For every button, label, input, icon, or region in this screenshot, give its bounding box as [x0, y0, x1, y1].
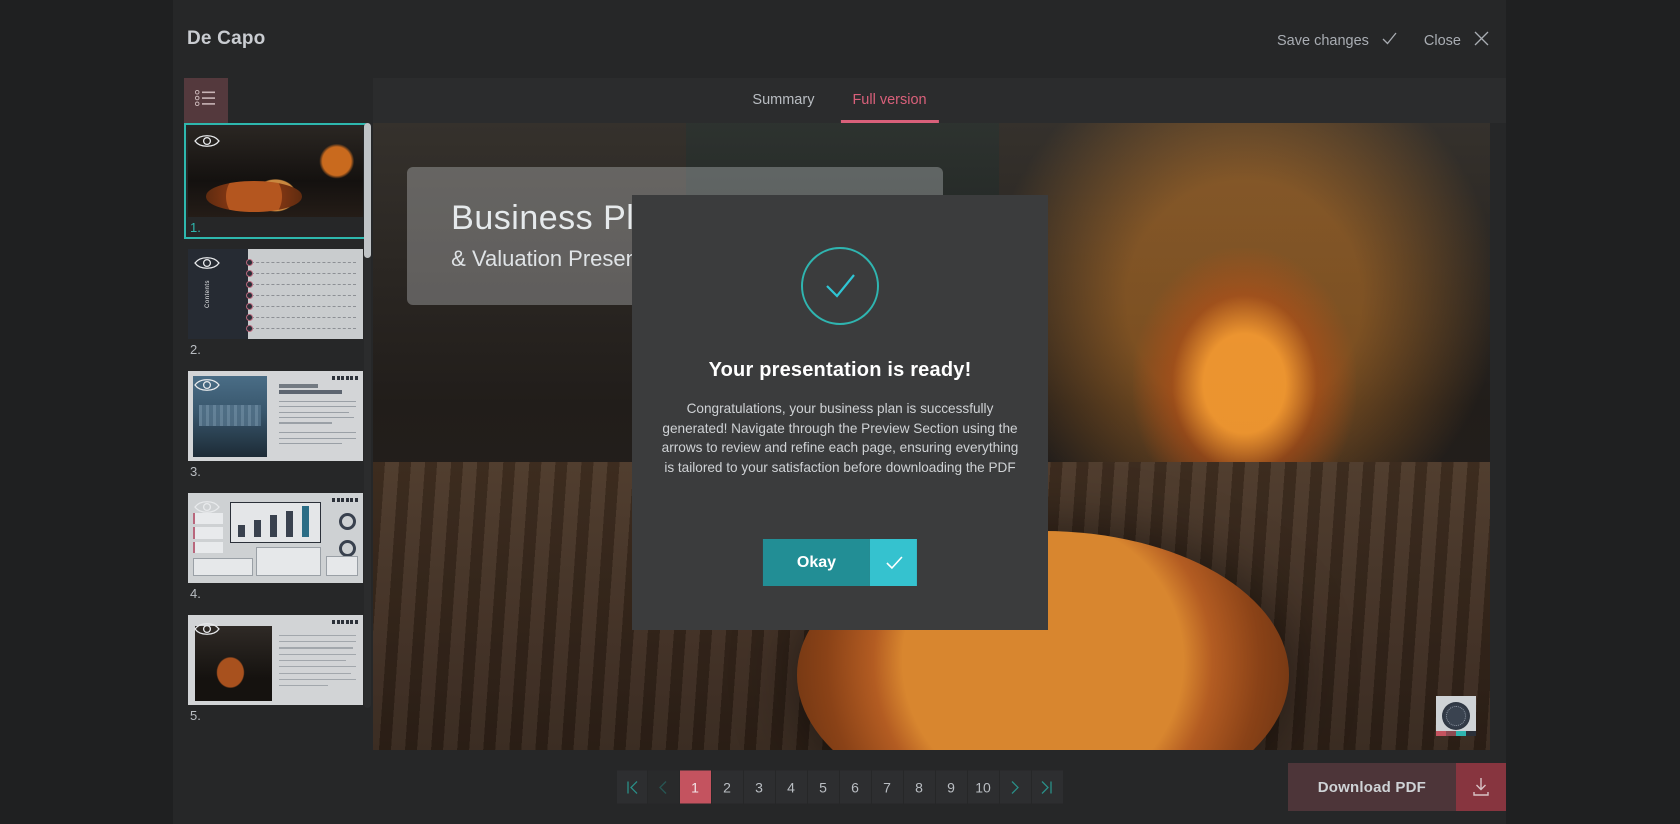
thumbnail-number-4: 4.: [190, 586, 201, 601]
slide-tag-marks: [332, 619, 358, 624]
thumbnail-image-4: [188, 493, 363, 583]
tab-summary[interactable]: Summary: [748, 78, 818, 123]
slide-tag-marks: [332, 375, 358, 380]
slide-tag-marks: [332, 497, 358, 502]
thumbnail-number-1: 1.: [190, 220, 201, 235]
download-icon: [1456, 763, 1506, 811]
check-icon: [1381, 30, 1398, 51]
bottom-bar: 1 2 3 4 5 6 7 8 9 10 Download PDF: [173, 750, 1506, 824]
eye-icon[interactable]: [194, 376, 220, 394]
logo-color-strip: [1436, 731, 1476, 736]
pagination-page-9[interactable]: 9: [935, 770, 968, 804]
eye-icon[interactable]: [194, 620, 220, 638]
app-brand-title: De Capo: [187, 28, 266, 49]
list-icon: [194, 89, 217, 111]
thumbnail-number-2: 2.: [190, 342, 201, 357]
pagination-first-button[interactable]: [615, 770, 648, 804]
pagination-page-5[interactable]: 5: [807, 770, 840, 804]
close-button[interactable]: Close: [1424, 30, 1490, 51]
dialog-title: Your presentation is ready!: [708, 359, 972, 381]
preview-fire-glow: [1132, 248, 1356, 475]
pagination: 1 2 3 4 5 6 7 8 9 10: [615, 770, 1064, 804]
pagination-page-1[interactable]: 1: [679, 770, 712, 804]
eye-icon[interactable]: [194, 254, 220, 272]
pagination-page-6[interactable]: 6: [839, 770, 872, 804]
close-label: Close: [1423, 32, 1461, 49]
pagination-page-10[interactable]: 10: [967, 770, 1000, 804]
download-pdf-button[interactable]: Download PDF: [1287, 763, 1506, 811]
pagination-page-2[interactable]: 2: [711, 770, 744, 804]
thumbnail-sidebar: 1. Contents 2. 3. 4. 5.: [173, 78, 373, 750]
pagination-page-4[interactable]: 4: [775, 770, 808, 804]
thumbnail-image-2: Contents: [188, 249, 363, 339]
thumbnail-item-4[interactable]: 4.: [184, 489, 367, 605]
check-icon: [870, 539, 918, 586]
thumbnail-image-5: [188, 615, 363, 705]
thumbnail-item-3[interactable]: 3.: [184, 367, 367, 483]
pagination-next-button[interactable]: [999, 770, 1032, 804]
pagination-last-button[interactable]: [1031, 770, 1064, 804]
brand-disc-icon: [1442, 702, 1470, 730]
dialog-body: Congratulations, your business plan is s…: [661, 401, 1019, 476]
thumbnail-list[interactable]: 1. Contents 2. 3. 4. 5.: [173, 123, 373, 750]
save-changes-button[interactable]: Save changes: [1277, 30, 1398, 51]
tab-full-version[interactable]: Full version: [840, 78, 939, 123]
top-bar-actions: Save changes Close: [1277, 30, 1490, 51]
thumbnail-item-5[interactable]: 5.: [184, 611, 367, 727]
okay-button[interactable]: Okay: [762, 539, 918, 586]
pagination-page-3[interactable]: 3: [743, 770, 776, 804]
close-icon: [1473, 30, 1490, 51]
contents-caption: Contents: [205, 279, 212, 309]
pagination-page-8[interactable]: 8: [903, 770, 936, 804]
eye-icon[interactable]: [194, 498, 220, 516]
pagination-prev-button[interactable]: [647, 770, 680, 804]
okay-label: Okay: [762, 539, 871, 586]
thumbnail-image-3: [188, 371, 363, 461]
presentation-ready-dialog: Your presentation is ready! Congratulati…: [632, 195, 1048, 630]
thumbnail-item-1[interactable]: 1.: [184, 123, 367, 239]
thumbnail-image-1: [188, 127, 363, 217]
top-bar: De Capo Save changes Close: [173, 0, 1506, 78]
eye-icon[interactable]: [194, 132, 220, 150]
thumbnail-number-5: 5.: [190, 708, 201, 723]
check-circle-icon: [801, 247, 879, 325]
slide-logo: [1436, 696, 1476, 736]
sidebar-scrollbar-thumb[interactable]: [364, 123, 371, 258]
sidebar-scrollbar-track[interactable]: [364, 123, 371, 708]
thumbnail-item-2[interactable]: Contents 2.: [184, 245, 367, 361]
tabs: Summary Full version: [748, 78, 939, 123]
pagination-page-7[interactable]: 7: [871, 770, 904, 804]
list-icon-button[interactable]: [184, 78, 228, 123]
thumbnail-number-3: 3.: [190, 464, 201, 479]
save-changes-label: Save changes: [1277, 32, 1369, 49]
download-pdf-label: Download PDF: [1287, 763, 1456, 811]
